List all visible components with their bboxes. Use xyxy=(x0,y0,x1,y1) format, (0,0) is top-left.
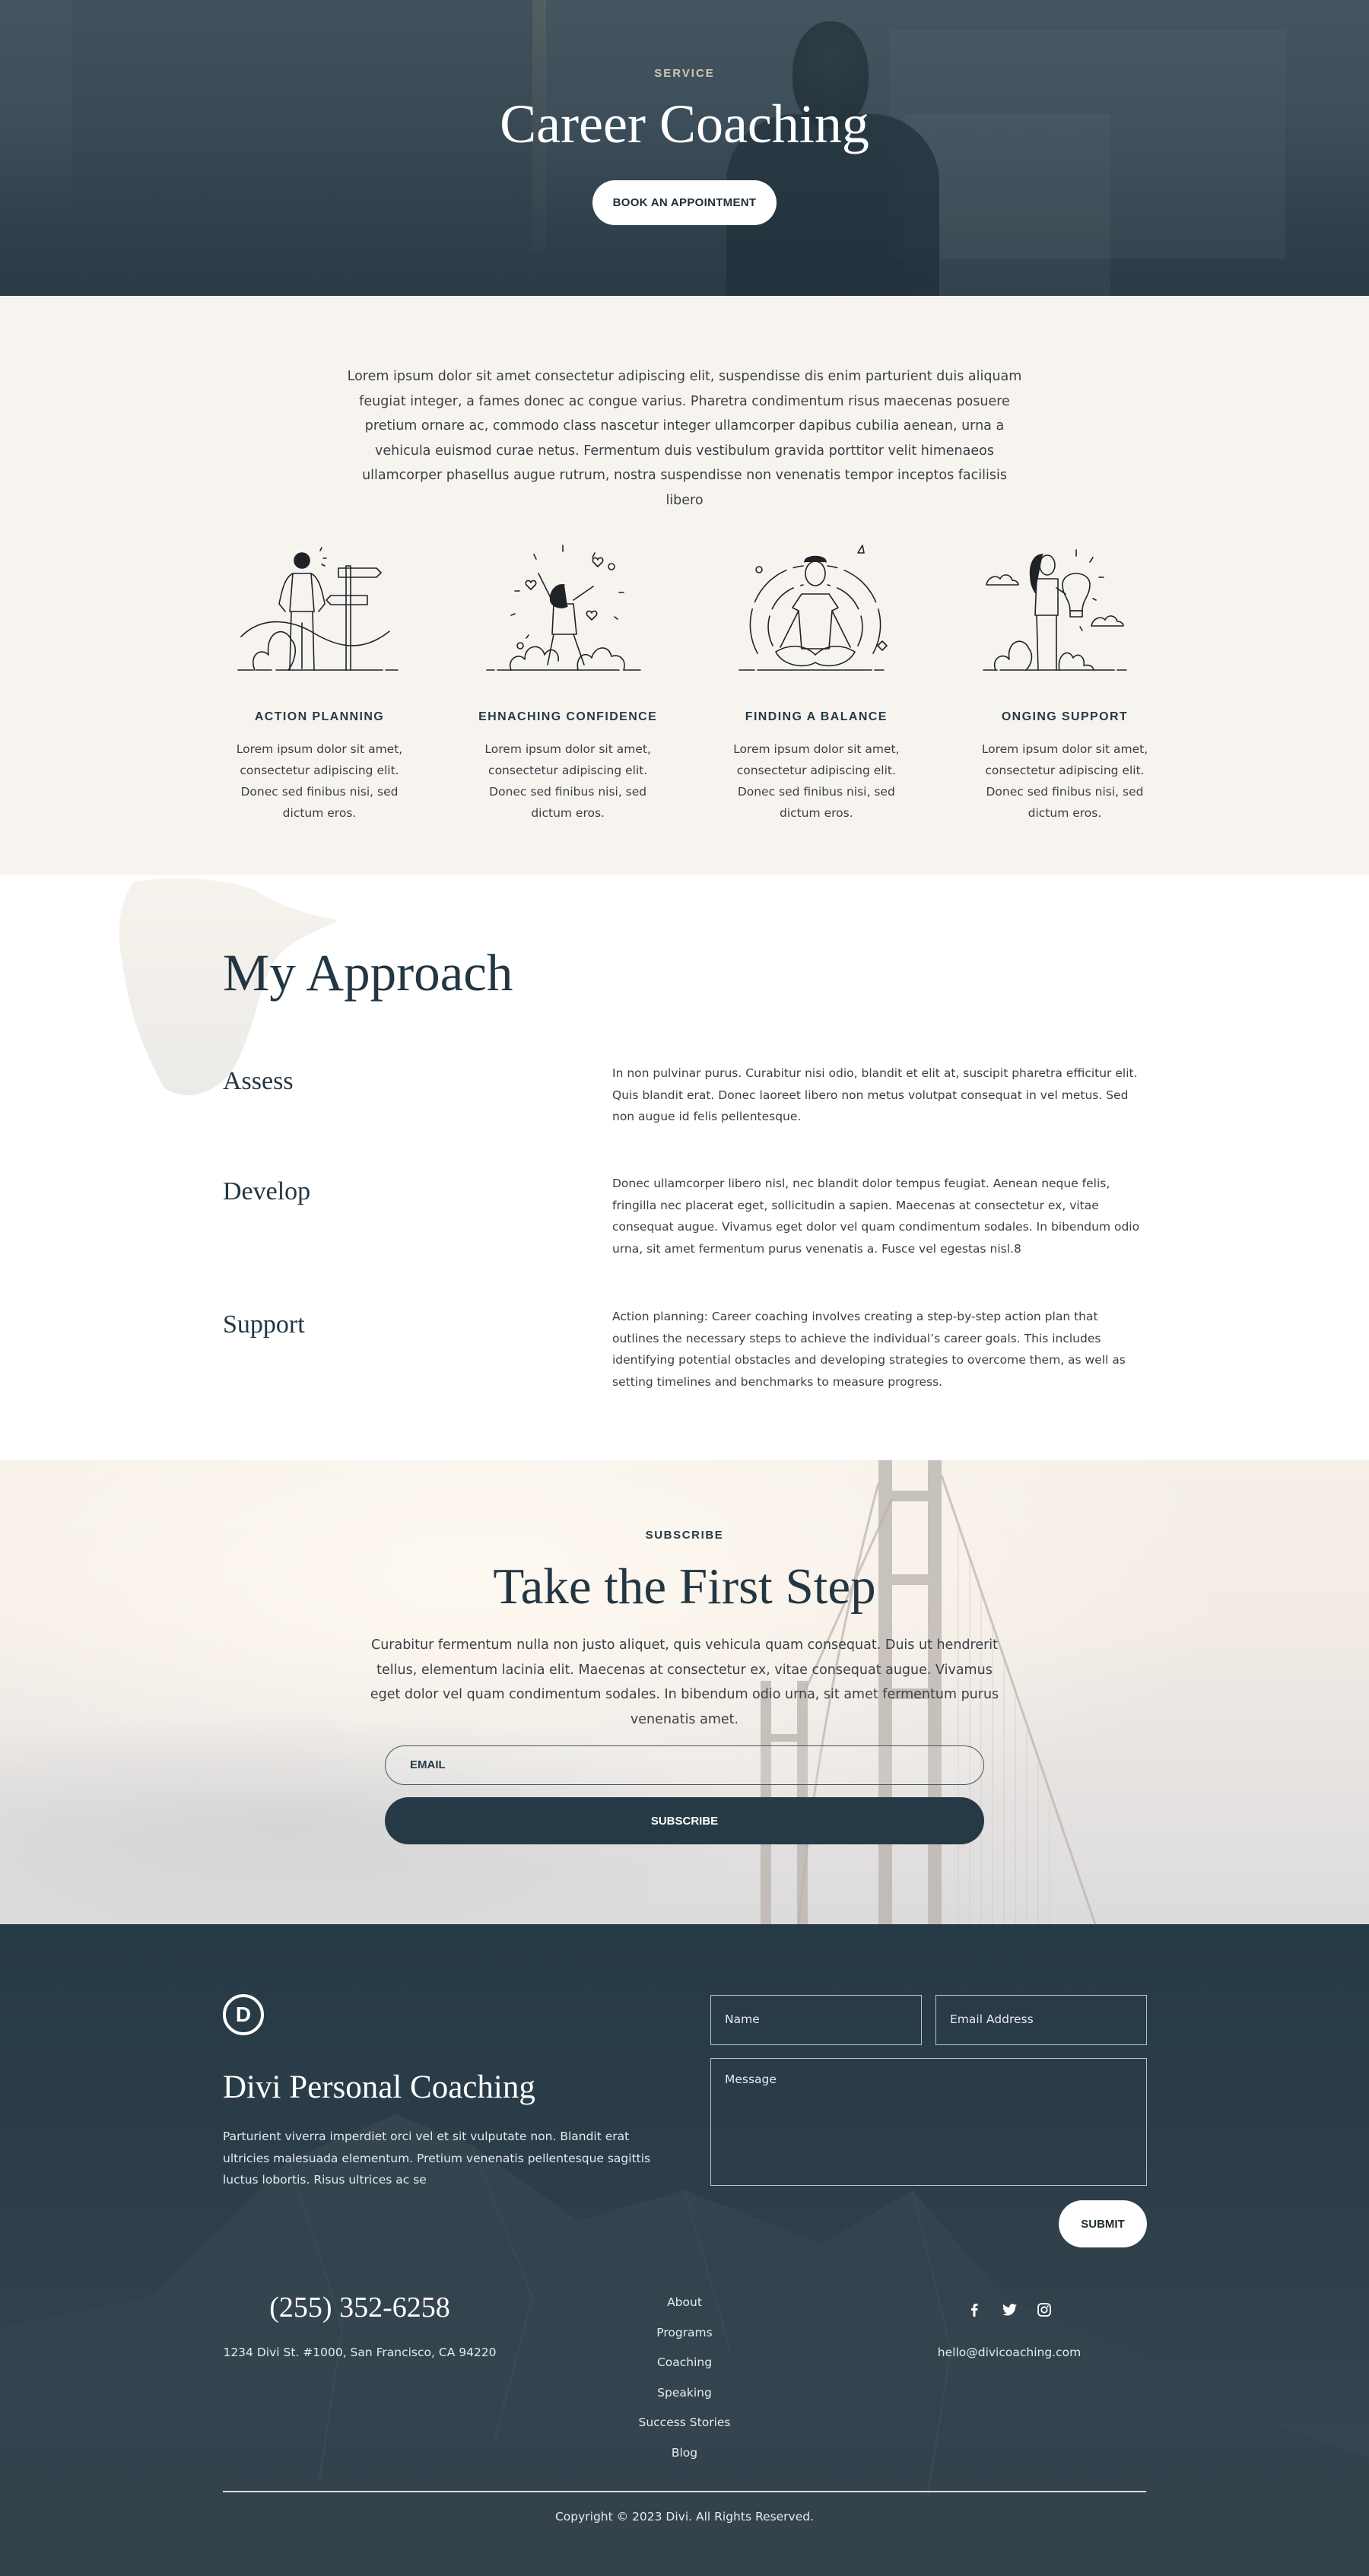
woman-holding-lightbulb-illustration xyxy=(983,549,1127,671)
subscribe-button[interactable]: SUBSCRIBE xyxy=(385,1797,984,1845)
man-meditating-illustration xyxy=(738,545,888,671)
footer-divider xyxy=(223,2491,1146,2492)
footer-address: 1234 Divi St. #1000, San Francisco, CA 9… xyxy=(223,2346,497,2359)
woman-jumping-with-hearts-illustration xyxy=(485,545,641,671)
feature-card: ACTION PLANNING Lorem ipsum dolor sit am… xyxy=(221,539,418,824)
footer-phone[interactable]: (255) 352-6258 xyxy=(223,2291,497,2324)
subscribe-text: Curabitur fermentum nulla non justo aliq… xyxy=(370,1637,999,1727)
approach-title: My Approach xyxy=(223,944,513,1002)
contact-email-input[interactable]: Email Address xyxy=(935,1995,1147,2045)
footer-nav: About Programs Coaching Speaking Success… xyxy=(608,2295,761,2476)
approach-step-heading: Support xyxy=(223,1310,305,1339)
approach-step-text: In non pulvinar purus. Curabitur nisi od… xyxy=(612,1066,1138,1123)
footer-nav-speaking[interactable]: Speaking xyxy=(608,2386,761,2416)
footer-nav-programs[interactable]: Programs xyxy=(608,2326,761,2356)
copyright-text: Copyright © 2023 Divi. All Rights Reserv… xyxy=(554,2510,815,2524)
subscribe-eyebrow: SUBSCRIBE xyxy=(645,1529,724,1542)
footer-email-link[interactable]: hello@divicoaching.com xyxy=(895,2346,1123,2359)
footer-nav-blog[interactable]: Blog xyxy=(608,2446,761,2476)
contact-name-input[interactable]: Name xyxy=(710,1995,922,2045)
subscribe-section: SUBSCRIBE Take the First Step Curabitur … xyxy=(0,1460,1369,1924)
feature-text: Lorem ipsum dolor sit amet, consectetur … xyxy=(236,742,403,820)
footer-nav-coaching[interactable]: Coaching xyxy=(608,2355,761,2386)
footer-nav-success-stories[interactable]: Success Stories xyxy=(608,2416,761,2446)
instagram-icon[interactable] xyxy=(1037,2302,1052,2317)
contact-message-textarea[interactable]: Message xyxy=(710,2058,1147,2186)
man-at-signpost-illustration xyxy=(237,547,399,671)
approach-step-heading: Assess xyxy=(223,1067,294,1095)
feature-title: ONGING SUPPORT xyxy=(1001,710,1129,723)
feature-text: Lorem ipsum dolor sit amet, consectetur … xyxy=(733,742,900,820)
hero-eyebrow: SERVICE xyxy=(654,67,715,80)
footer-nav-about[interactable]: About xyxy=(608,2295,761,2326)
approach-step-text: Donec ullamcorper libero nisl, nec bland… xyxy=(612,1177,1140,1256)
subscribe-title: Take the First Step xyxy=(493,1558,876,1615)
divi-logo-icon[interactable]: D xyxy=(223,1994,264,2035)
feature-card: FINDING A BALANCE Lorem ipsum dolor sit … xyxy=(717,539,915,824)
contact-submit-button[interactable]: SUBMIT xyxy=(1059,2200,1147,2247)
approach-section: My Approach Assess In non pulvinar purus… xyxy=(0,875,1369,1460)
footer-brand: Divi Personal Coaching xyxy=(223,2069,535,2105)
hero-content: SERVICE Career Coaching BOOK AN APPOINTM… xyxy=(0,0,1369,225)
twitter-icon[interactable] xyxy=(1002,2302,1017,2317)
approach-step-text: Action planning: Career coaching involve… xyxy=(612,1310,1126,1389)
approach-step-heading: Develop xyxy=(223,1177,311,1205)
feature-title: EHNACHING CONFIDENCE xyxy=(478,710,658,723)
footer-brand-text: Parturient viverra imperdiet orci vel et… xyxy=(223,2130,651,2187)
book-appointment-button[interactable]: BOOK AN APPOINTMENT xyxy=(592,180,777,225)
subscribe-content: SUBSCRIBE Take the First Step Curabitur … xyxy=(0,1460,1369,1845)
feature-text: Lorem ipsum dolor sit amet, consectetur … xyxy=(484,742,651,820)
hero-title: Career Coaching xyxy=(500,94,869,154)
footer: D Divi Personal Coaching Parturient vive… xyxy=(0,1924,1369,2576)
feature-card: EHNACHING CONFIDENCE Lorem ipsum dolor s… xyxy=(469,539,667,824)
hero-section: SERVICE Career Coaching BOOK AN APPOINTM… xyxy=(0,0,1369,296)
intro-text: Lorem ipsum dolor sit amet consectetur a… xyxy=(347,369,1022,508)
feature-title: ACTION PLANNING xyxy=(254,710,385,723)
facebook-icon[interactable] xyxy=(967,2302,982,2317)
social-links xyxy=(933,2302,1085,2317)
feature-text: Lorem ipsum dolor sit amet, consectetur … xyxy=(981,742,1148,820)
feature-title: FINDING A BALANCE xyxy=(745,710,888,723)
features-list: ACTION PLANNING Lorem ipsum dolor sit am… xyxy=(221,539,1164,824)
services-intro-section: Lorem ipsum dolor sit amet consectetur a… xyxy=(0,296,1369,875)
feature-card: ONGING SUPPORT Lorem ipsum dolor sit ame… xyxy=(966,539,1164,824)
subscribe-email-input[interactable]: EMAIL xyxy=(385,1745,984,1786)
